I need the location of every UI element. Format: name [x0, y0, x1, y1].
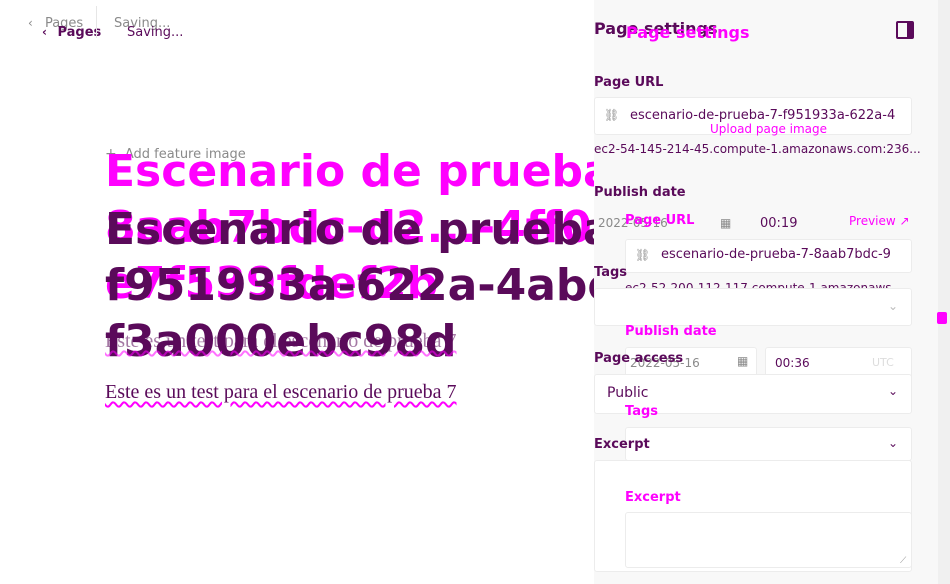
post-title-ghost-line-1: Escenario de prueba 7	[105, 146, 600, 197]
tags-input[interactable]	[594, 288, 912, 326]
post-body-ghost: Este es un test para el escenario de pru…	[105, 330, 457, 352]
chevron-down-icon: ⌄	[888, 436, 899, 450]
tags-input-ghost[interactable]	[625, 427, 912, 461]
page-url-label: Page URL	[594, 75, 664, 90]
chevron-down-icon: ⌄	[888, 299, 899, 313]
page-url-host: ec2-54-145-214-45.compute-1.amazonaws.co…	[594, 142, 921, 156]
external-link-icon: ↗	[899, 214, 910, 228]
resize-handle-icon[interactable]: ⟋	[900, 556, 906, 566]
page-url-input-ghost[interactable]: escenario-de-prueba-7-8aab7bdc-9	[661, 247, 901, 262]
chevron-left-icon: ‹	[28, 16, 33, 30]
chevron-down-icon: ⌄	[888, 384, 899, 398]
panel-title-ghost: Page settings	[626, 23, 750, 42]
page-url-input[interactable]: escenario-de-prueba-7-f951933a-622a-4	[630, 108, 900, 123]
excerpt-label-ghost: Excerpt	[625, 490, 681, 505]
calendar-icon[interactable]: ▦	[720, 216, 731, 230]
close-panel-icon[interactable]	[896, 21, 914, 39]
save-status: Saving...	[127, 25, 184, 40]
publish-date-label-ghost: Publish date	[625, 324, 717, 339]
excerpt-label: Excerpt	[594, 437, 650, 452]
link-icon: ⛓	[635, 248, 651, 262]
calendar-icon[interactable]: ▦	[737, 354, 748, 368]
tags-label: Tags	[594, 265, 628, 280]
timezone-hint: UTC	[872, 356, 894, 369]
back-link[interactable]: ‹ Pages	[42, 25, 101, 40]
topbar-divider	[96, 6, 97, 38]
publish-time-input[interactable]: 00:19	[760, 216, 797, 231]
page-access-label: Page access	[594, 351, 684, 366]
scrollbar-thumb[interactable]	[937, 312, 947, 324]
post-title-line-1: Escenario de prueba	[105, 204, 613, 255]
page-access-value: Public	[607, 385, 649, 401]
excerpt-textarea-ghost[interactable]	[625, 512, 912, 568]
tags-label-ghost: Tags	[625, 404, 659, 419]
upload-page-image-link[interactable]: Upload page image	[710, 122, 827, 136]
publish-time-input-ghost[interactable]: 00:36	[775, 356, 810, 370]
post-title-line-2: f951933a-622a-4abc-	[105, 260, 634, 311]
post-body[interactable]: Este es un test para el escenario de pru…	[105, 381, 457, 404]
page-url-label-ghost: Page URL	[625, 213, 695, 228]
chevron-left-icon: ‹	[42, 25, 47, 39]
preview-link[interactable]: Preview ↗	[849, 214, 910, 228]
link-icon: ⛓	[604, 108, 620, 122]
scrollbar-track[interactable]	[938, 0, 950, 584]
publish-date-label: Publish date	[594, 185, 686, 200]
